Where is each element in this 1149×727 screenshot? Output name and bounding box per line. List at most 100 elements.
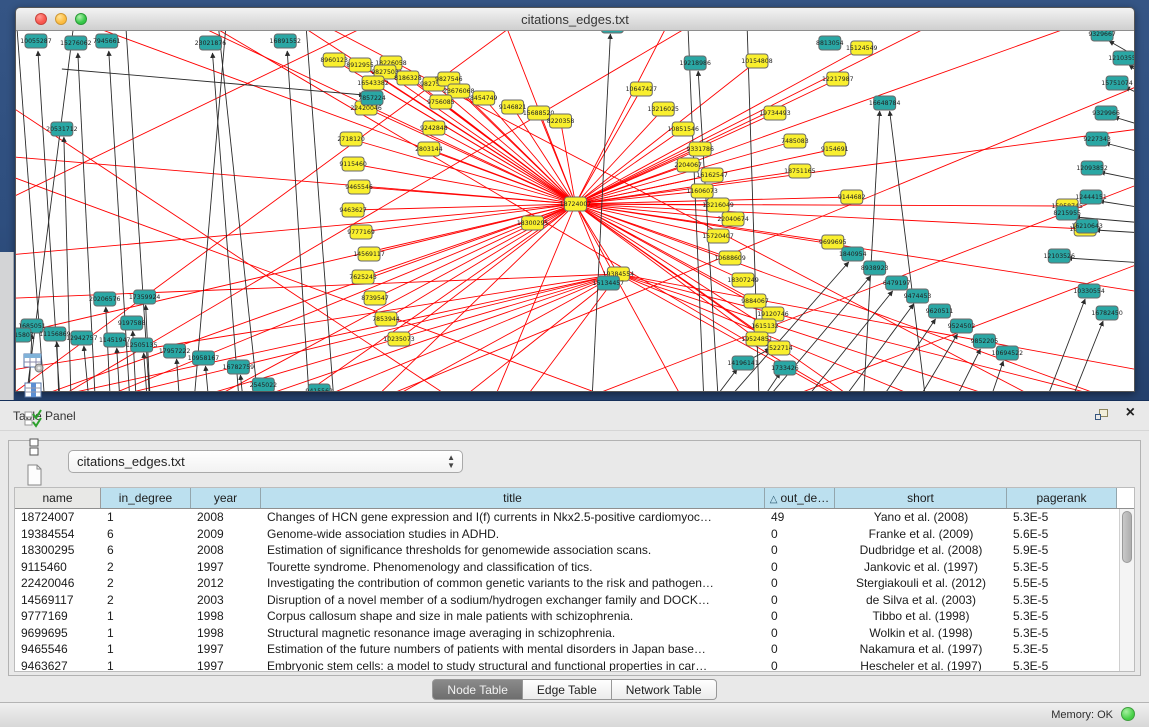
graph-edge[interactable] [618, 274, 999, 392]
graph-node[interactable]: 9242848 [420, 121, 448, 135]
graph-node[interactable]: 8186328 [394, 71, 422, 85]
graph-node[interactable]: 8739547 [361, 291, 389, 305]
graph-edge[interactable] [62, 69, 364, 95]
graph-node[interactable]: 16543382 [357, 76, 389, 90]
graph-edge[interactable] [780, 291, 893, 392]
graph-node[interactable]: 2545022 [250, 378, 278, 392]
vertical-scrollbar[interactable] [1119, 509, 1134, 671]
graph-node[interactable]: 9329966 [1092, 106, 1120, 120]
graph-node[interactable]: 9329667 [1088, 31, 1116, 41]
graph-node[interactable]: 2204067 [674, 158, 702, 172]
graph-node[interactable]: 15124549 [846, 41, 878, 55]
graph-edge[interactable] [434, 128, 576, 204]
table-row[interactable]: 911546021997Tourette syndrome. Phenomeno… [15, 559, 1119, 576]
graph-node[interactable]: 12093852 [1076, 161, 1108, 175]
close-panel-icon[interactable]: × [1126, 404, 1135, 422]
graph-edge[interactable] [1099, 201, 1134, 208]
graph-node[interactable]: 12103552 [1108, 51, 1134, 65]
graph-node[interactable]: 19218986 [679, 56, 711, 70]
graph-node[interactable]: 7625245 [349, 270, 377, 284]
table-row[interactable]: 1830029562008Estimation of significance … [15, 542, 1119, 559]
graph-node[interactable]: 7853944 [372, 312, 400, 326]
graph-edge[interactable] [241, 274, 618, 392]
graph-node[interactable]: 14196141 [727, 356, 759, 370]
union-rows-icon[interactable] [19, 433, 49, 461]
table-row[interactable]: 969969511998Structural magnetic resonanc… [15, 625, 1119, 642]
graph-node[interactable]: 10235073 [383, 332, 415, 346]
graph-node[interactable]: 10330554 [1073, 284, 1105, 298]
graph-node[interactable]: 9227343 [1083, 132, 1111, 146]
graph-edge[interactable] [192, 31, 232, 392]
table-row[interactable]: 1872400712008Changes of HCN gene express… [15, 509, 1119, 526]
float-panel-icon[interactable] [1095, 409, 1109, 422]
graph-node[interactable]: 8215955 [1053, 206, 1081, 220]
graph-node[interactable]: 20531712 [46, 122, 78, 136]
graph-node[interactable]: 6479197 [883, 276, 911, 290]
column-header-short[interactable]: short [835, 488, 1007, 508]
graph-node[interactable]: 9777169 [347, 225, 375, 239]
graph-edge[interactable] [900, 334, 958, 392]
graph-edge[interactable] [205, 366, 211, 392]
table-row[interactable]: 1456911722003Disruption of a novel membe… [15, 592, 1119, 609]
graph-edge[interactable] [618, 274, 1134, 381]
select-all-rows-icon[interactable] [19, 405, 49, 433]
graph-node[interactable]: 10694522 [992, 346, 1024, 360]
graph-node[interactable]: 12942757 [66, 331, 98, 345]
graph-node[interactable]: 9463627 [339, 203, 367, 217]
graph-node[interactable]: 2718120 [337, 132, 365, 146]
graph-node[interactable]: 8912955 [346, 58, 374, 72]
column-header-name[interactable]: name [15, 488, 101, 508]
graph-node[interactable]: 1615132 [751, 319, 779, 333]
graph-node[interactable]: 8220358 [547, 114, 575, 128]
graph-edge[interactable] [177, 359, 182, 392]
table-row[interactable]: 977716911998Corpus callosum shape and si… [15, 608, 1119, 625]
graph-edge[interactable] [62, 31, 576, 204]
graph-edge[interactable] [117, 348, 122, 392]
graph-edge[interactable] [84, 346, 92, 392]
graph-node[interactable]: 7945661 [93, 34, 121, 48]
column-header-in_degree[interactable]: in_degree [101, 488, 191, 508]
graph-node[interactable]: 16033809 [597, 31, 629, 33]
graph-edge[interactable] [16, 204, 575, 351]
graph-edge[interactable] [57, 342, 60, 392]
graph-node[interactable]: 3915807 [16, 328, 34, 342]
table-mode-icon[interactable] [19, 349, 49, 377]
graph-node[interactable]: 16162547 [696, 168, 728, 182]
graph-node[interactable]: 8938923 [861, 261, 889, 275]
graph-edge[interactable] [16, 31, 575, 204]
graph-node[interactable]: 11606073 [686, 184, 718, 198]
graph-node[interactable]: 2803144 [415, 142, 443, 156]
graph-node[interactable]: 9115460 [339, 157, 367, 171]
graph-node[interactable]: 12103526 [1043, 249, 1075, 263]
graph-node[interactable]: 8960123 [320, 53, 348, 67]
graph-edge[interactable] [1100, 172, 1134, 181]
table-row[interactable]: 946362711997Embryonic stem cells: a mode… [15, 658, 1119, 672]
graph-node[interactable]: 10958167 [188, 351, 220, 365]
graph-node[interactable]: 17359924 [129, 290, 161, 304]
graph-node[interactable]: 2522714 [765, 341, 793, 355]
graph-edge[interactable] [1129, 65, 1134, 76]
graph-node[interactable]: 9474453 [904, 289, 932, 303]
graph-edge[interactable] [618, 274, 1134, 392]
graph-node[interactable]: 12505135 [126, 338, 158, 352]
column-header-out_degree[interactable]: △out_de… [765, 488, 835, 508]
graph-node[interactable]: 16210643 [1071, 219, 1103, 233]
graph-edge[interactable] [1034, 299, 1085, 392]
table-row[interactable]: 946554611997Estimation of the future num… [15, 641, 1119, 658]
graph-node[interactable]: 16782450 [1091, 306, 1123, 320]
graph-node[interactable]: 18724007 [560, 197, 592, 211]
graph-node[interactable]: 9415562 [305, 384, 333, 392]
graph-node[interactable]: 18307249 [727, 273, 759, 287]
create-column-icon[interactable] [19, 461, 49, 489]
graph-node[interactable]: 18300295 [517, 216, 549, 230]
network-view[interactable]: 1872400718300295193845548960123891295518… [16, 31, 1134, 392]
graph-edge[interactable] [375, 204, 575, 298]
graph-node[interactable]: 17957222 [159, 344, 191, 358]
graph-edge[interactable] [1067, 258, 1134, 263]
graph-node[interactable]: 16891552 [270, 34, 302, 48]
graph-node[interactable]: 9884067 [741, 294, 769, 308]
table-row[interactable]: 1938455462009Genome-wide association stu… [15, 526, 1119, 543]
tab-network-table[interactable]: Network Table [612, 679, 717, 700]
graph-node[interactable]: 9699695 [819, 235, 847, 249]
graph-edge[interactable] [106, 307, 112, 392]
